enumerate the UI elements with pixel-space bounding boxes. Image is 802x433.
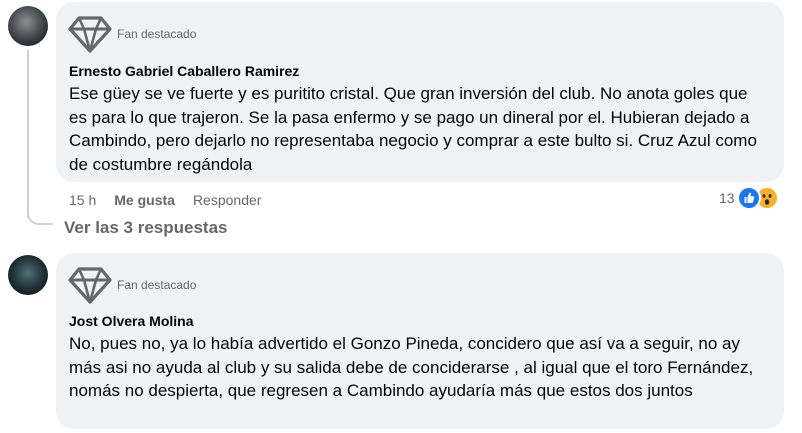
- reaction-count: 13: [719, 190, 735, 206]
- thread-connector: [27, 205, 53, 225]
- fan-badge[interactable]: Fan destacado: [68, 14, 196, 54]
- fan-badge-label: Fan destacado: [117, 278, 197, 292]
- comment-bubble: Fan destacado Ernesto Gabriel Caballero …: [56, 2, 784, 182]
- comment-bubble: Fan destacado Jost Olvera Molina No, pue…: [56, 253, 784, 429]
- thread-line: [27, 50, 29, 218]
- avatar[interactable]: [8, 255, 48, 295]
- comment-author[interactable]: Jost Olvera Molina: [69, 313, 193, 329]
- reply-button[interactable]: Responder: [193, 192, 262, 208]
- fan-badge-label: Fan destacado: [117, 27, 197, 41]
- fan-badge[interactable]: Fan destacado: [68, 265, 196, 305]
- avatar[interactable]: [8, 6, 48, 46]
- comment-author[interactable]: Ernesto Gabriel Caballero Ramirez: [69, 63, 299, 79]
- comment-text: No, pues no, ya lo había advertido el Go…: [69, 334, 754, 400]
- comment-actions: 15 h Me gusta Responder: [69, 192, 261, 208]
- like-icon: [736, 186, 761, 210]
- comment-timestamp[interactable]: 15 h: [69, 192, 96, 208]
- diamond-icon: [68, 267, 112, 304]
- diamond-icon: [68, 16, 112, 53]
- comment-text: Ese güey se ve fuerte y es puritito cris…: [69, 84, 757, 174]
- view-replies-link[interactable]: Ver las 3 respuestas: [64, 218, 228, 238]
- reactions-summary[interactable]: 13: [719, 186, 779, 210]
- like-button[interactable]: Me gusta: [114, 192, 175, 208]
